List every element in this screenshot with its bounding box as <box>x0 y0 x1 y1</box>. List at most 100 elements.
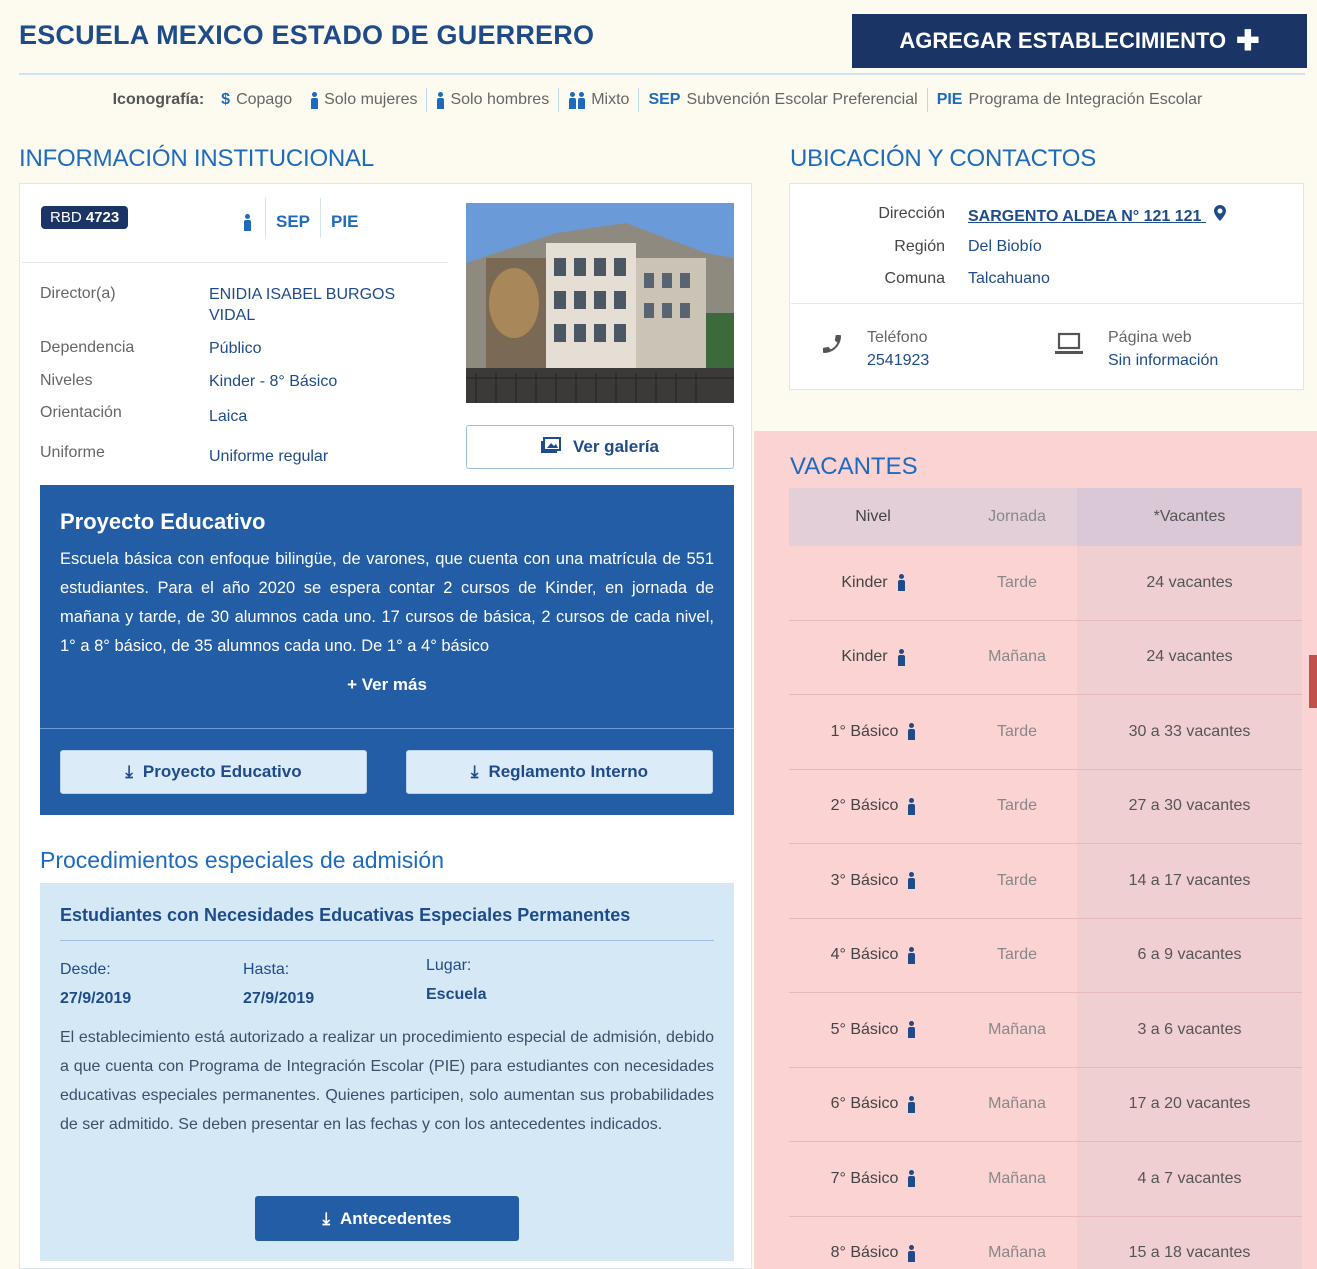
antecedentes-button[interactable]: ⤓ Antecedentes <box>255 1196 519 1241</box>
project-download-label: Proyecto Educativo <box>142 762 302 781</box>
download-icon: ⤓ <box>322 1208 331 1228</box>
legend-copago: $ Copago <box>212 91 301 109</box>
project-text: Escuela básica con enfoque bilingüe, de … <box>60 550 714 655</box>
level-text: 5° Básico <box>830 1020 899 1038</box>
male-icon <box>907 1021 916 1039</box>
school-badges: SEP PIE <box>243 198 368 238</box>
laptop-icon <box>1054 332 1084 361</box>
add-establishment-label: AGREGAR ESTABLECIMIENTO <box>899 28 1227 53</box>
to-label: Hasta: <box>243 961 290 978</box>
level-text: 1° Básico <box>830 722 899 740</box>
badge-pie: PIE <box>331 212 359 231</box>
phone-block: Teléfono 2541923 <box>867 326 929 372</box>
school-photo[interactable] <box>466 203 734 403</box>
level-text: 4° Básico <box>830 946 899 964</box>
shift-cell: Mañana <box>988 1169 1046 1187</box>
rbd-value: 4723 <box>85 209 120 226</box>
uniforme-label: Uniforme <box>40 444 105 461</box>
shift-cell: Tarde <box>996 871 1038 889</box>
level-cell: Kinder <box>789 621 957 695</box>
male-icon <box>897 574 905 592</box>
table-row: Kinder Mañana 24 vacantes <box>789 621 1302 695</box>
download-icon: ⤓ <box>470 762 479 781</box>
vacancies-panel: VACANTES Nivel Jornada *Vacantes Kinder T… <box>754 431 1317 1269</box>
shift-cell: Mañana <box>988 1095 1046 1113</box>
shift-cell: Tarde <box>996 797 1038 815</box>
procedure-text: El establecimiento está autorizado a rea… <box>60 1029 714 1133</box>
gallery-label: Ver galería <box>572 437 659 456</box>
place-value: Escuela <box>426 986 487 1003</box>
legend-label: Iconografía: <box>112 91 205 108</box>
shift-cell: Tarde <box>996 722 1038 740</box>
mixed-icon <box>568 91 586 109</box>
vacancies-cell: 6 a 9 vacantes <box>1137 946 1242 964</box>
vacancies-cell: 15 a 18 vacantes <box>1128 1244 1251 1262</box>
male-icon <box>907 872 916 890</box>
page-title: ESCUELA MEXICO ESTADO DE GUERRERO <box>19 20 595 50</box>
project-title: Proyecto Educativo <box>60 509 266 534</box>
level-text: 2° Básico <box>830 797 899 815</box>
orientacion-value: Laica <box>209 408 248 425</box>
institutional-heading: INFORMACIÓN INSTITUCIONAL <box>19 145 375 172</box>
male-icon <box>243 213 251 231</box>
project-download-button[interactable]: ⤓ Proyecto Educativo <box>60 750 367 794</box>
level-text: Kinder <box>841 648 888 666</box>
level-cell: 1° Básico <box>789 695 957 769</box>
add-establishment-button[interactable]: AGREGAR ESTABLECIMIENTO ✚ <box>852 14 1307 68</box>
level-text: 7° Básico <box>830 1169 899 1187</box>
column-header-nivel: Nivel <box>855 508 891 525</box>
see-more-link[interactable]: + Ver más <box>40 675 734 695</box>
phone-icon <box>820 332 844 361</box>
level-cell: 7° Básico <box>789 1142 957 1216</box>
uniforme-value: Uniforme regular <box>209 448 329 465</box>
badge-sep: SEP <box>276 212 311 231</box>
table-row: 5° Básico Mañana 3 a 6 vacantes <box>789 993 1302 1068</box>
rules-download-label: Reglamento Interno <box>488 762 649 781</box>
dollar-icon: $ <box>221 91 231 108</box>
scrollbar-thumb[interactable] <box>1309 655 1317 708</box>
procedure-title: Estudiantes con Necesidades Educativas E… <box>60 905 631 925</box>
legend-mixto-text: Mixto <box>591 91 630 108</box>
rules-download-button[interactable]: ⤓ Reglamento Interno <box>406 750 713 794</box>
antecedentes-label: Antecedentes <box>340 1208 452 1228</box>
vacancies-rows: Kinder Tarde 24 vacantes Kinder Mañana 24 vac… <box>789 546 1302 1269</box>
procedure-panel: Estudiantes con Necesidades Educativas E… <box>40 883 734 1261</box>
level-cell: 4° Básico <box>789 919 957 993</box>
legend-pie-text: Programa de Integración Escolar <box>968 91 1203 108</box>
phone-label: Teléfono <box>867 329 928 346</box>
female-icon <box>310 91 319 109</box>
table-row: 8° Básico Mañana 15 a 18 vacantes <box>789 1217 1302 1269</box>
shift-cell: Tarde <box>996 946 1038 964</box>
iconography-legend: Iconografía: $ Copago Solo mujeres Solo … <box>19 88 1305 112</box>
table-row: 4° Básico Tarde 6 a 9 vacantes <box>789 919 1302 993</box>
web-block: Página web Sin información <box>1108 326 1218 372</box>
level-cell: 3° Básico <box>789 844 957 918</box>
vacancies-cell: 24 vacantes <box>1146 648 1233 666</box>
legend-solo-mujeres: Solo mujeres <box>301 91 426 109</box>
column-header-vacantes: *Vacantes <box>1077 488 1302 546</box>
header-divider <box>19 73 1305 75</box>
phone-value[interactable]: 2541923 <box>867 349 929 372</box>
director-value: ENIDIA ISABEL BURGOS VIDAL <box>209 286 396 324</box>
table-row: 7° Básico Mañana 4 a 7 vacantes <box>789 1142 1302 1217</box>
gallery-button[interactable]: Ver galería <box>466 425 734 469</box>
vacancies-cell: 14 a 17 vacantes <box>1128 871 1251 889</box>
contacts-divider <box>791 303 1303 304</box>
legend-solo-hombres: Solo hombres <box>427 91 558 109</box>
level-cell: 5° Básico <box>789 993 957 1067</box>
gallery-icon <box>540 436 561 458</box>
level-text: 8° Básico <box>830 1244 899 1262</box>
institutional-card: RBD 4723 SEP PIE Director(a) ENIDIA ISAB… <box>19 183 752 1269</box>
region-value: Del Biobío <box>968 238 1042 255</box>
dependencia-value: Público <box>209 340 262 357</box>
legend-pie-code: PIE <box>936 91 963 108</box>
vacancies-cell: 30 a 33 vacantes <box>1128 722 1251 740</box>
download-icon: ⤓ <box>125 762 133 781</box>
male-icon <box>907 1244 916 1262</box>
table-row: 3° Básico Tarde 14 a 17 vacantes <box>789 844 1302 919</box>
table-row: 2° Básico Tarde 27 a 30 vacantes <box>789 770 1302 844</box>
vacancies-cell: 24 vacantes <box>1146 573 1233 591</box>
procedure-divider <box>60 940 714 941</box>
web-value: Sin información <box>1108 352 1219 369</box>
address-link[interactable]: SARGENTO ALDEA N° 121 121 <box>968 205 1226 226</box>
